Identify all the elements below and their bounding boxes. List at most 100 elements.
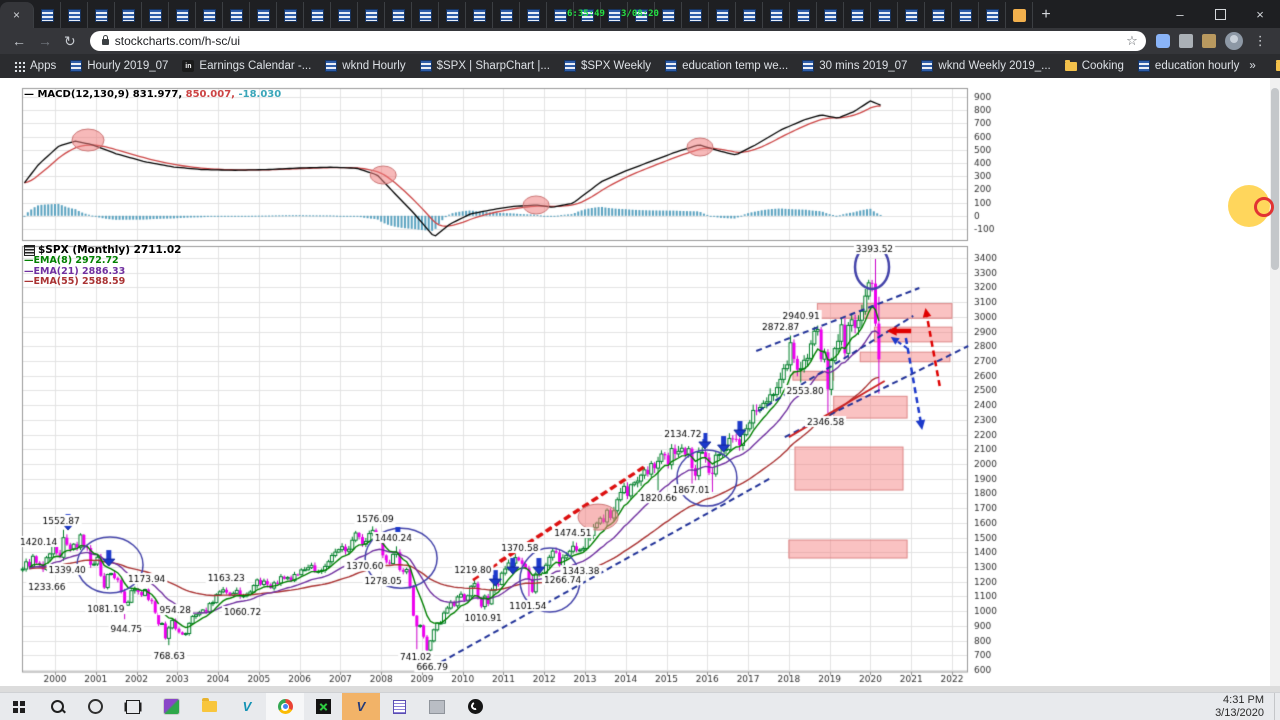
stockcharts-favicon xyxy=(473,9,486,22)
lock-icon[interactable] xyxy=(102,39,109,45)
bookmark-item[interactable]: education hourly xyxy=(1138,60,1239,72)
yellow-icon-tab[interactable] xyxy=(1006,2,1033,28)
task-view-button[interactable] xyxy=(114,693,152,720)
spx-monthly-chart-canvas[interactable] xyxy=(0,78,1280,692)
browser-tab[interactable] xyxy=(979,2,1006,28)
browser-tab[interactable] xyxy=(844,2,871,28)
notes-app[interactable] xyxy=(380,693,418,720)
bookmark-star-icon[interactable]: ☆ xyxy=(1126,33,1138,49)
browser-tab[interactable] xyxy=(169,2,196,28)
bookmark-item[interactable]: wknd Hourly xyxy=(325,60,405,72)
browser-tab[interactable] xyxy=(925,2,952,28)
browser-tab[interactable] xyxy=(520,2,547,28)
start-button[interactable] xyxy=(0,693,38,720)
browser-tab[interactable]: 6:35:49 xyxy=(574,2,601,28)
extension-icon-1[interactable] xyxy=(1156,34,1170,48)
stockcharts-favicon xyxy=(802,60,814,72)
back-button[interactable]: ← xyxy=(12,33,26,49)
obs-app[interactable] xyxy=(456,693,494,720)
browser-tab[interactable] xyxy=(34,2,61,28)
bookmark-item[interactable]: education temp we... xyxy=(665,60,788,72)
trading-app-orange[interactable]: V xyxy=(342,693,380,720)
trading-app-teal-icon: V xyxy=(243,699,252,714)
bookmark-item[interactable]: inEarnings Calendar -... xyxy=(182,60,311,72)
bookmark-label: Cooking xyxy=(1082,60,1124,72)
bookmark-item[interactable]: Cooking xyxy=(1065,60,1124,72)
browser-tab[interactable] xyxy=(250,2,277,28)
url-text[interactable]: stockcharts.com/h-sc/ui xyxy=(115,34,240,48)
stockcharts-favicon xyxy=(311,9,324,22)
bookmark-item[interactable]: $SPX Weekly xyxy=(564,60,651,72)
browser-tab[interactable] xyxy=(142,2,169,28)
bookmark-item[interactable]: 30 mins 2019_07 xyxy=(802,60,907,72)
sharpchart-icon[interactable] xyxy=(24,245,35,256)
bookmark-item[interactable]: Hourly 2019_07 xyxy=(70,60,168,72)
browser-tab[interactable] xyxy=(304,2,331,28)
browser-tab[interactable] xyxy=(790,2,817,28)
browser-tab[interactable] xyxy=(763,2,790,28)
browser-tab[interactable] xyxy=(682,2,709,28)
address-bar[interactable]: stockcharts.com/h-sc/ui ☆ xyxy=(90,31,1146,51)
browser-tab[interactable] xyxy=(115,2,142,28)
extension-icon-3[interactable] xyxy=(1202,34,1216,48)
close-tab-icon[interactable]: × xyxy=(13,9,20,21)
scrollbar-thumb[interactable] xyxy=(1271,88,1279,270)
apps-shortcut[interactable]: Apps xyxy=(14,60,56,72)
bookmark-item[interactable]: $SPX | SharpChart |... xyxy=(420,60,550,72)
calculator-app[interactable] xyxy=(418,693,456,720)
profile-avatar[interactable] xyxy=(1225,32,1243,50)
macd-hist-value: -18.030 xyxy=(238,89,281,100)
browser-tab[interactable] xyxy=(385,2,412,28)
bookmark-item[interactable]: wknd Weekly 2019_... xyxy=(921,60,1050,72)
browser-tab[interactable] xyxy=(493,2,520,28)
stockcharts-favicon xyxy=(824,9,837,22)
browser-tab[interactable] xyxy=(439,2,466,28)
show-desktop-button[interactable] xyxy=(1274,693,1280,720)
browser-tab[interactable] xyxy=(412,2,439,28)
browser-tab[interactable] xyxy=(709,2,736,28)
browser-tab[interactable]: 3/08:20 xyxy=(628,2,655,28)
active-tab[interactable]: × xyxy=(0,2,34,28)
stockcharts-favicon xyxy=(68,9,81,22)
metastock-app[interactable] xyxy=(304,693,342,720)
new-tab-button[interactable]: + xyxy=(1033,2,1059,28)
file-explorer[interactable] xyxy=(190,693,228,720)
reload-button[interactable]: ↻ xyxy=(64,33,76,50)
browser-tab[interactable] xyxy=(952,2,979,28)
ema55-legend: —EMA(55) 2588.59 xyxy=(24,277,181,288)
browser-tab[interactable] xyxy=(736,2,763,28)
browser-tab[interactable] xyxy=(871,2,898,28)
browser-menu-icon[interactable]: ⋮ xyxy=(1254,33,1267,49)
browser-tab[interactable] xyxy=(358,2,385,28)
media-player-app[interactable] xyxy=(152,693,190,720)
stockcharts-favicon xyxy=(284,9,297,22)
bookmarks-overflow-chevron[interactable]: » xyxy=(1239,60,1265,72)
browser-tab[interactable] xyxy=(88,2,115,28)
stockcharts-favicon xyxy=(325,60,337,72)
chrome-browser[interactable] xyxy=(266,693,304,720)
macd-legend: — MACD(12,130,9) 831.977, 850.007, -18.0… xyxy=(24,89,281,100)
browser-tab[interactable] xyxy=(817,2,844,28)
close-window-button[interactable]: × xyxy=(1240,0,1280,28)
extension-icon-2[interactable] xyxy=(1179,34,1193,48)
stockcharts-favicon xyxy=(149,9,162,22)
cortana-button[interactable] xyxy=(76,693,114,720)
browser-tab[interactable] xyxy=(898,2,925,28)
file-explorer-icon xyxy=(202,701,217,712)
stockcharts-favicon xyxy=(41,9,54,22)
vertical-scrollbar[interactable] xyxy=(1270,78,1280,692)
browser-tab[interactable] xyxy=(655,2,682,28)
browser-tab[interactable] xyxy=(277,2,304,28)
other-bookmarks-button[interactable]: Other bookmarks xyxy=(1276,60,1280,72)
minimize-button[interactable]: – xyxy=(1160,0,1200,28)
browser-tab[interactable] xyxy=(223,2,250,28)
search-button[interactable] xyxy=(38,693,76,720)
browser-tab[interactable] xyxy=(61,2,88,28)
forward-button[interactable]: → xyxy=(38,33,52,49)
taskbar-clock[interactable]: 4:31 PM 3/13/2020 xyxy=(1215,694,1274,719)
maximize-button[interactable] xyxy=(1200,0,1240,28)
browser-tab[interactable] xyxy=(196,2,223,28)
trading-app-teal[interactable]: V xyxy=(228,693,266,720)
browser-tab[interactable] xyxy=(331,2,358,28)
browser-tab[interactable] xyxy=(466,2,493,28)
